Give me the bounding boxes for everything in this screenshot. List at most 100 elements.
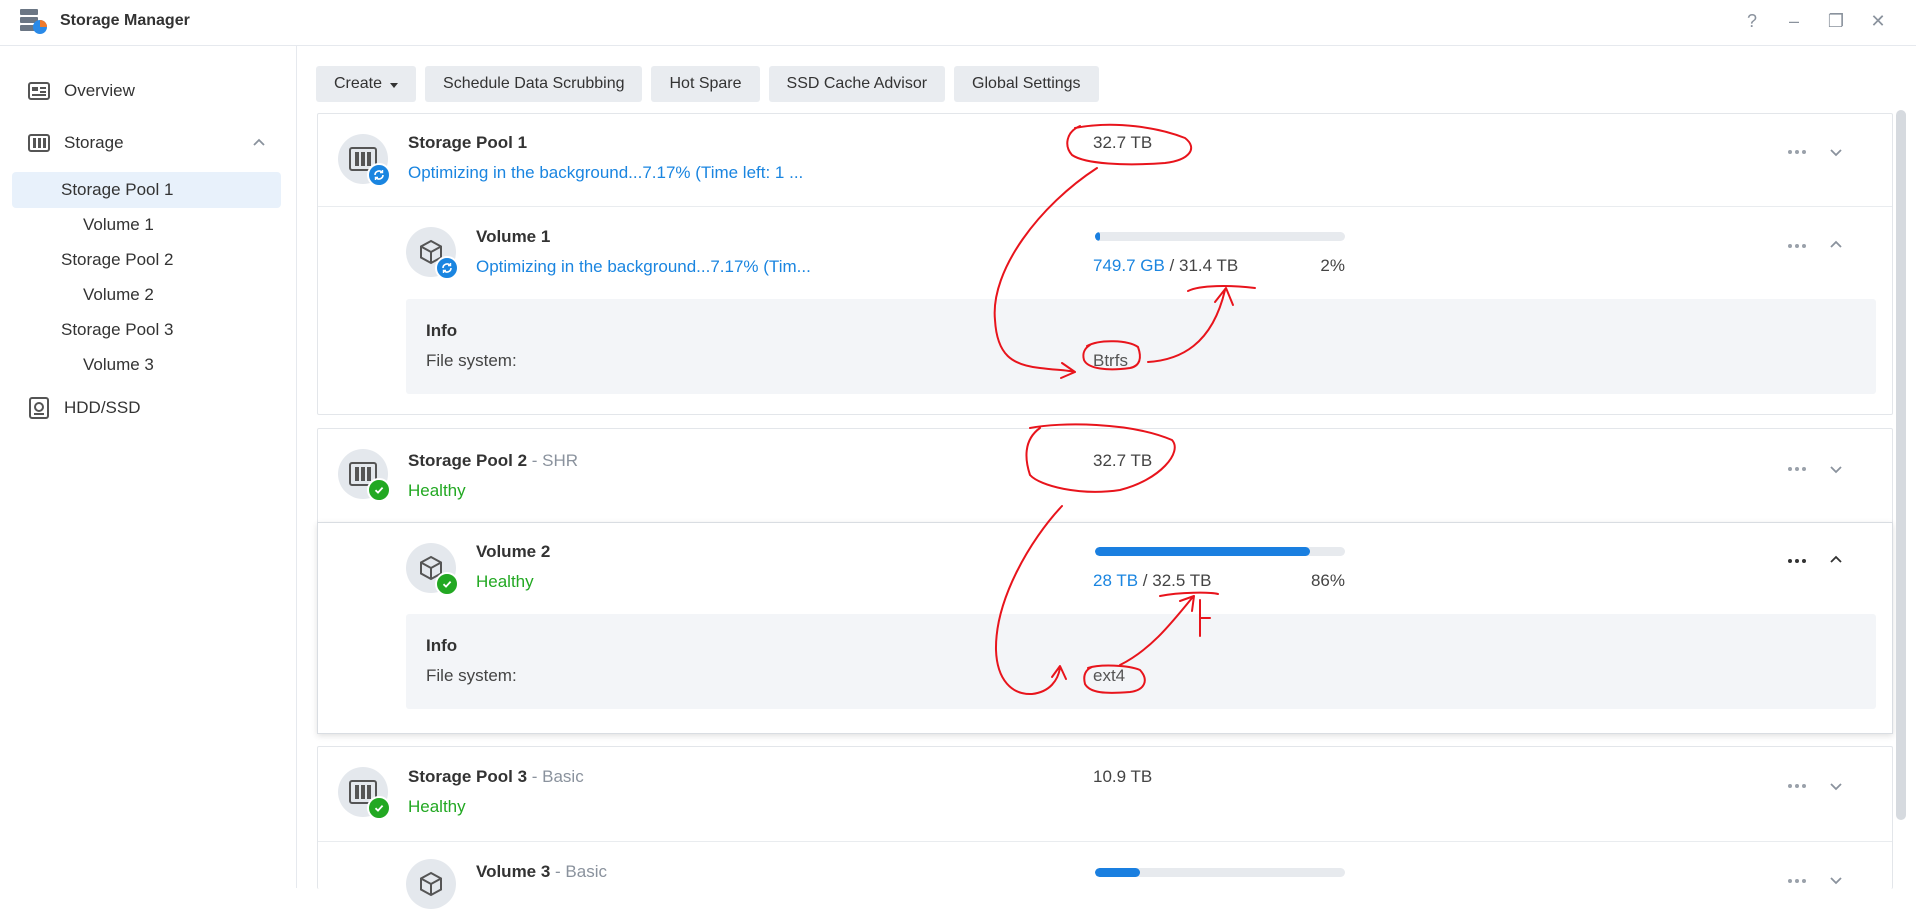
chevron-up-icon[interactable] [250,134,268,152]
check-icon [367,478,391,502]
more-options-icon[interactable] [1783,776,1811,796]
sidebar-item-volume-2[interactable]: Volume 2 [83,285,154,305]
storage-pool-card: Storage Pool 2 - SHR Healthy 32.7 TB Vol… [317,428,1893,734]
usage-used: 749.7 GB [1093,256,1165,275]
usage-bar [1095,868,1345,877]
volume-info-panel: Info File system: Btrfs [406,299,1876,394]
title-bar: Storage Manager ? – ❐ ✕ [0,0,1916,46]
divider [318,206,1892,207]
usage-percent: 2% [1320,256,1345,275]
chevron-down-icon[interactable] [1825,458,1847,480]
sidebar-item-overview[interactable]: Overview [28,81,135,101]
volume-title[interactable]: Volume 3 - Basic [476,862,607,882]
usage-bar [1095,232,1345,241]
storage-manager-app-icon [20,9,47,34]
more-options-icon[interactable] [1783,142,1811,162]
pool-status: Healthy [408,797,466,816]
usage-bar [1095,547,1345,556]
close-icon[interactable]: ✕ [1862,8,1894,34]
sidebar-item-volume-1[interactable]: Volume 1 [83,215,154,235]
sidebar-item-storage-pool-2[interactable]: Storage Pool 2 [61,250,173,270]
sidebar-item-storage[interactable]: Storage [28,133,124,153]
sidebar-item-storage-pool-3[interactable]: Storage Pool 3 [61,320,173,340]
global-settings-button[interactable]: Global Settings [954,66,1099,102]
scrollbar[interactable] [1896,110,1906,820]
volume-icon [406,859,456,909]
usage-sep: / [1164,256,1179,275]
caret-down-icon [390,82,399,88]
file-system-label: File system: [426,351,517,370]
volume-title[interactable]: Volume 2 [476,542,550,562]
sync-icon [435,256,459,280]
sidebar-item-storage-pool-1[interactable]: Storage Pool 1 [61,180,173,200]
check-icon [435,572,459,596]
schedule-scrubbing-button[interactable]: Schedule Data Scrubbing [425,66,643,102]
sidebar-item-hdd-ssd[interactable]: HDD/SSD [28,397,141,419]
volume-status: Optimizing in the background...7.17% (Ti… [476,257,811,276]
toolbar: Create Schedule Data Scrubbing Hot Spare… [316,66,1099,102]
info-title: Info [426,321,458,340]
usage-bar-fill [1095,232,1100,241]
chevron-up-icon[interactable] [1825,549,1847,571]
volume-name: Volume 1 [476,227,551,246]
sync-icon [367,163,391,187]
pool-title[interactable]: Storage Pool 1 [408,133,527,153]
more-options-icon[interactable] [1783,236,1811,256]
usage-percent: 86% [1310,571,1345,590]
pool-type: - Basic [527,767,584,786]
usage-total: 31.4 TB [1179,256,1239,275]
volume-type: - Basic [550,862,608,881]
create-button[interactable]: Create [316,66,417,102]
volume-row-selected[interactable]: Volume 2 Healthy 28 TB / 32.5 TB 86% Inf… [317,522,1893,734]
check-icon [367,796,391,820]
pool-name: Storage Pool 3 [408,767,528,786]
volume-icon [406,227,459,280]
pool-status: Optimizing in the background...7.17% (Ti… [408,163,804,182]
sidebar-item-label: Storage [64,133,124,152]
chevron-up-icon[interactable] [1825,234,1847,256]
more-options-icon[interactable] [1783,551,1811,571]
storage-pool-card: Storage Pool 1 Optimizing in the backgro… [317,113,1893,415]
volume-usage: 28 TB / 32.5 TB [1093,571,1211,591]
file-system-value: ext4 [1093,666,1126,685]
usage-total: 32.5 TB [1152,571,1212,590]
ssd-cache-advisor-button[interactable]: SSD Cache Advisor [768,66,946,102]
sidebar-item-label: HDD/SSD [64,398,141,417]
chevron-down-icon[interactable] [1825,775,1847,797]
sidebar: Overview Storage Storage Pool 1 Volume 1… [0,46,297,888]
usage-bar-fill [1095,547,1310,556]
usage-used: 28 TB [1093,571,1139,590]
storage-pool-icon [338,134,391,187]
volume-name: Volume 2 [476,542,551,561]
storage-icon [28,134,50,152]
help-icon[interactable]: ? [1736,8,1768,34]
pool-title[interactable]: Storage Pool 3 - Basic [408,767,584,787]
sidebar-item-label: Overview [64,81,135,100]
storage-pool-card: Storage Pool 3 - Basic Healthy 10.9 TB V… [317,746,1893,909]
file-system-value: Btrfs [1093,351,1128,370]
volume-title[interactable]: Volume 1 [476,227,550,247]
window-title: Storage Manager [60,12,190,29]
volume-status: Healthy [476,572,534,591]
restore-icon[interactable]: ❐ [1820,8,1852,34]
create-label: Create [334,75,383,92]
chevron-down-icon[interactable] [1825,141,1847,163]
pool-name: Storage Pool 1 [408,133,528,152]
more-options-icon[interactable] [1783,871,1811,891]
volume-name: Volume 3 [476,862,551,881]
pool-title[interactable]: Storage Pool 2 - SHR [408,451,578,471]
pool-status: Healthy [408,481,466,500]
overview-icon [28,82,50,100]
minimize-icon[interactable]: – [1778,8,1810,34]
volume-usage: 749.7 GB / 31.4 TB [1093,256,1238,276]
sidebar-item-volume-3[interactable]: Volume 3 [83,355,154,375]
file-system-label: File system: [426,666,517,685]
storage-pool-icon [338,767,391,820]
hot-spare-button[interactable]: Hot Spare [651,66,760,102]
pool-size: 32.7 TB [1093,451,1153,470]
pool-name: Storage Pool 2 [408,451,528,470]
storage-pool-icon [338,449,391,502]
more-options-icon[interactable] [1783,459,1811,479]
usage-sep: / [1138,571,1153,590]
volume-info-panel: Info File system: ext4 [406,614,1876,709]
